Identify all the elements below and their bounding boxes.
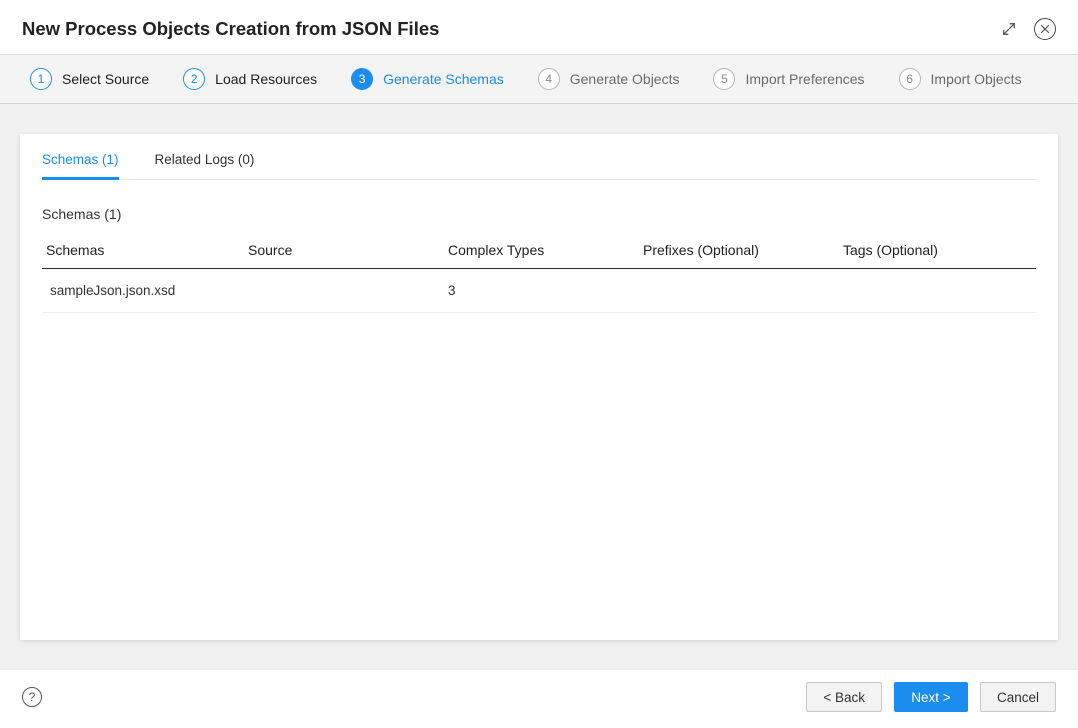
header-actions xyxy=(998,18,1056,40)
step-label: Generate Schemas xyxy=(383,71,504,87)
content-card: Schemas (1) Related Logs (0) Schemas (1) … xyxy=(20,134,1058,640)
wizard-step-5[interactable]: 5 Import Preferences xyxy=(713,68,864,90)
step-label: Load Resources xyxy=(215,71,317,87)
table-cell xyxy=(837,269,1036,313)
step-number-icon: 1 xyxy=(30,68,52,90)
step-number-icon: 3 xyxy=(351,68,373,90)
step-number-icon: 2 xyxy=(183,68,205,90)
close-icon[interactable] xyxy=(1034,18,1056,40)
footer-actions: < Back Next > Cancel xyxy=(806,682,1056,712)
step-number-icon: 4 xyxy=(538,68,560,90)
column-header[interactable]: Complex Types xyxy=(442,234,637,269)
wizard-step-2[interactable]: 2 Load Resources xyxy=(183,68,317,90)
step-label: Generate Objects xyxy=(570,71,680,87)
table-row[interactable]: sampleJson.json.xsd 3 xyxy=(42,269,1036,313)
expand-icon[interactable] xyxy=(998,18,1020,40)
dialog-title: New Process Objects Creation from JSON F… xyxy=(22,18,439,40)
table-cell: sampleJson.json.xsd xyxy=(42,269,242,313)
dialog-body: Schemas (1) Related Logs (0) Schemas (1) … xyxy=(0,104,1078,670)
dialog-footer: ? < Back Next > Cancel xyxy=(0,670,1078,728)
tab-1[interactable]: Related Logs (0) xyxy=(155,140,255,179)
step-label: Import Objects xyxy=(931,71,1022,87)
schemas-section-heading: Schemas (1) xyxy=(42,206,1036,222)
dialog: New Process Objects Creation from JSON F… xyxy=(0,0,1078,728)
wizard-step-1[interactable]: 1 Select Source xyxy=(30,68,149,90)
column-header[interactable]: Prefixes (Optional) xyxy=(637,234,837,269)
help-button[interactable]: ? xyxy=(22,687,42,707)
next-button[interactable]: Next > xyxy=(894,682,968,712)
column-header[interactable]: Tags (Optional) xyxy=(837,234,1036,269)
cancel-button[interactable]: Cancel xyxy=(980,682,1056,712)
step-number-icon: 6 xyxy=(899,68,921,90)
tab-bar: Schemas (1) Related Logs (0) xyxy=(42,140,1036,180)
wizard-step-4[interactable]: 4 Generate Objects xyxy=(538,68,680,90)
table-cell: 3 xyxy=(442,269,637,313)
back-button[interactable]: < Back xyxy=(806,682,882,712)
column-header[interactable]: Source xyxy=(242,234,442,269)
schemas-table: SchemasSourceComplex TypesPrefixes (Opti… xyxy=(42,234,1036,313)
wizard-step-3[interactable]: 3 Generate Schemas xyxy=(351,68,504,90)
step-label: Select Source xyxy=(62,71,149,87)
step-label: Import Preferences xyxy=(745,71,864,87)
dialog-header: New Process Objects Creation from JSON F… xyxy=(0,0,1078,54)
step-number-icon: 5 xyxy=(713,68,735,90)
column-header[interactable]: Schemas xyxy=(42,234,242,269)
tab-0[interactable]: Schemas (1) xyxy=(42,140,119,180)
table-cell xyxy=(637,269,837,313)
table-cell xyxy=(242,269,442,313)
wizard-step-6[interactable]: 6 Import Objects xyxy=(899,68,1022,90)
wizard-stepper: 1 Select Source 2 Load Resources 3 Generate S… xyxy=(0,55,1078,104)
